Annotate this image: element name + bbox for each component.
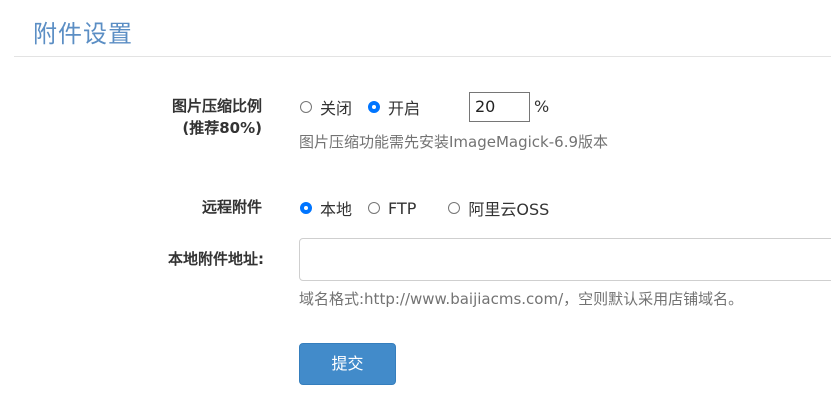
- submit-button[interactable]: 提交: [299, 343, 396, 385]
- compression-ratio-input[interactable]: 20: [469, 92, 530, 122]
- compression-label: 图片压缩比例 (推荐80%): [14, 95, 262, 139]
- remote-ftp-label: FTP: [388, 198, 417, 218]
- compression-on-radio[interactable]: [368, 101, 381, 113]
- remote-oss-label: 阿里云OSS: [468, 200, 550, 219]
- remote-local-label: 本地: [320, 200, 353, 219]
- local-address-label: 本地附件地址:: [168, 250, 264, 268]
- compression-label-line2: (推荐80%): [182, 119, 262, 137]
- remote-attachment-label: 远程附件: [201, 198, 262, 216]
- attachment-settings-panel: 附件设置 图片压缩比例 (推荐80%) 关闭 开启 20 % 图片压缩功能需先安…: [14, 0, 831, 418]
- local-address-help-text: 域名格式:http://www.baijiacms.com/，空则默认采用店铺域…: [299, 290, 744, 308]
- page-title: 附件设置: [33, 20, 133, 48]
- remote-option-local[interactable]: 本地: [300, 196, 352, 220]
- percent-unit: %: [534, 97, 550, 116]
- compression-on-label: 开启: [388, 99, 421, 118]
- remote-oss-radio[interactable]: [448, 202, 461, 214]
- compression-option-on[interactable]: 开启: [368, 95, 420, 119]
- compression-radio-group: 关闭 开启: [300, 95, 420, 119]
- title-divider: [14, 56, 831, 57]
- compression-label-line1: 图片压缩比例: [171, 97, 262, 115]
- remote-local-radio[interactable]: [300, 202, 312, 214]
- local-address-input[interactable]: [299, 238, 831, 281]
- compression-help-text: 图片压缩功能需先安装ImageMagick-6.9版本: [299, 133, 609, 151]
- compression-off-radio[interactable]: [300, 101, 312, 113]
- remote-option-ftp[interactable]: FTP: [368, 199, 416, 218]
- compression-off-label: 关闭: [320, 99, 353, 118]
- remote-option-aliyun-oss[interactable]: 阿里云OSS: [448, 196, 549, 220]
- remote-ftp-radio[interactable]: [368, 202, 381, 214]
- compression-option-off[interactable]: 关闭: [300, 95, 352, 119]
- remote-radio-group: 本地 FTP 阿里云OSS: [300, 196, 549, 220]
